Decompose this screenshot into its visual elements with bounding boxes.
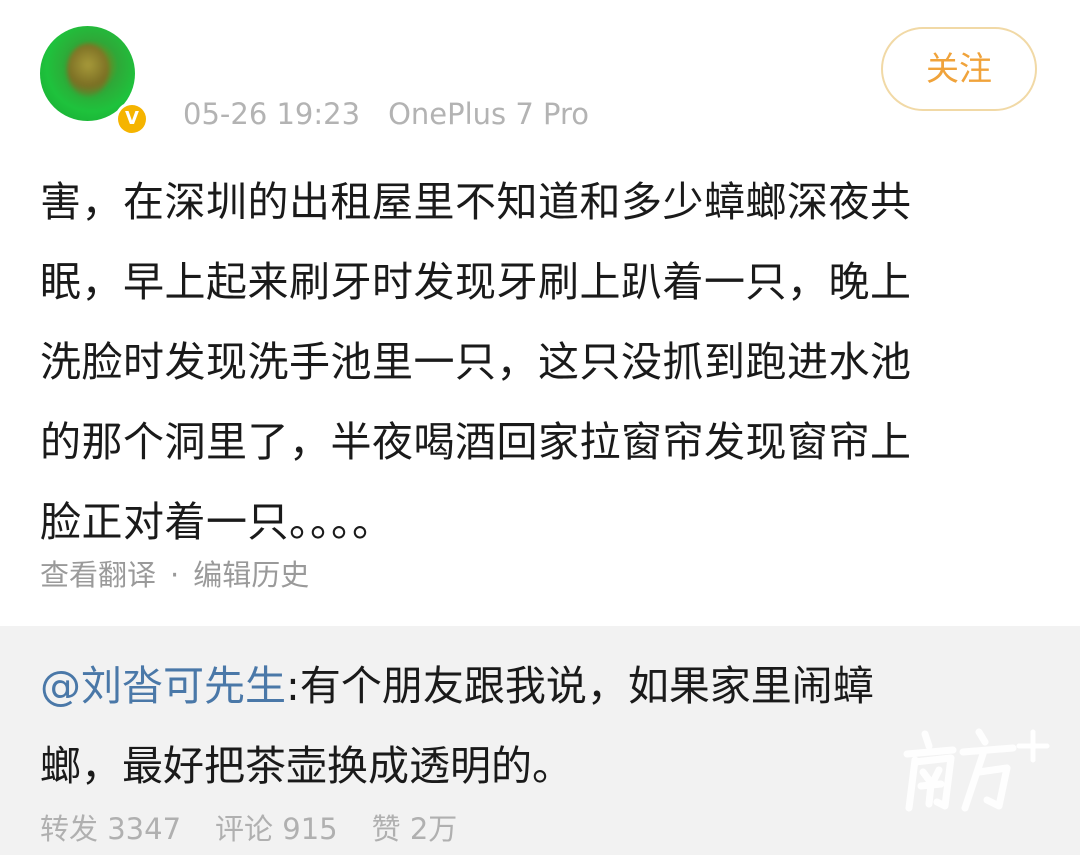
edit-history-link[interactable]: 编辑历史 [193, 558, 309, 592]
nanfang-plus-watermark-logo [903, 728, 1050, 812]
repost-text: :有个朋友跟我说，如果家里闹蟑 [286, 662, 874, 710]
separator-dot: · [170, 558, 180, 592]
post-actions: 查看翻译 · 编辑历史 [40, 552, 309, 594]
content-line: 害，在深圳的出租屋里不知道和多少蟑螂深夜共 [40, 178, 912, 226]
mention-link[interactable]: @刘沓可先生 [40, 662, 286, 710]
comment-count[interactable]: 评论 915 [215, 812, 338, 846]
post-card: V 05-26 19:23 OnePlus 7 Pro 关注 害，在深圳的出租屋里… [0, 0, 1080, 626]
verified-badge-icon: V [115, 102, 149, 136]
avatar-image [67, 44, 109, 96]
post-content: 害，在深圳的出租屋里不知道和多少蟑螂深夜共 眠，早上起来刷牙时发现牙刷上趴着一只… [40, 162, 1040, 562]
post-device[interactable]: OnePlus 7 Pro [388, 97, 589, 131]
follow-button[interactable]: 关注 [881, 27, 1037, 111]
repost-text: 螂，最好把茶壶换成透明的。 [40, 742, 573, 790]
post-time: 05-26 19:23 [183, 97, 361, 131]
content-line: 洗脸时发现洗手池里一只，这只没抓到跑进水池 [40, 338, 912, 386]
forward-count[interactable]: 转发 3347 [40, 812, 181, 846]
translate-link[interactable]: 查看翻译 [40, 558, 156, 592]
content-line: 眠，早上起来刷牙时发现牙刷上趴着一只，晚上 [40, 258, 912, 306]
content-line: 的那个洞里了，半夜喝酒回家拉窗帘发现窗帘上 [40, 418, 912, 466]
like-count[interactable]: 赞 2万 [372, 812, 458, 846]
repost-line: @刘沓可先生:有个朋友跟我说，如果家里闹蟑 [40, 646, 874, 726]
repost-line: 螂，最好把茶壶换成透明的。 [40, 726, 573, 806]
repost-stats: 转发 3347 评论 915 赞 2万 [40, 806, 457, 848]
content-line: 脸正对着一只。。。。 [40, 498, 394, 546]
post-meta: 05-26 19:23 OnePlus 7 Pro [183, 97, 589, 131]
